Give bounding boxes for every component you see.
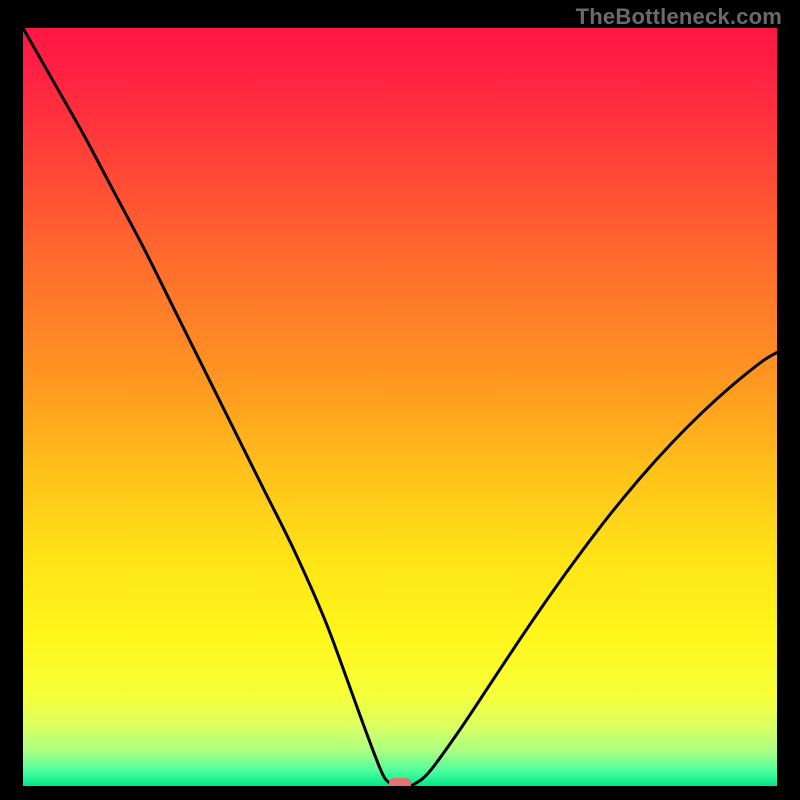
plot-area: [23, 28, 777, 786]
bottleneck-chart: [23, 28, 777, 786]
gradient-background: [23, 28, 777, 786]
watermark-text: TheBottleneck.com: [576, 4, 782, 30]
chart-frame: TheBottleneck.com: [0, 0, 800, 800]
optimum-marker: [389, 778, 411, 786]
